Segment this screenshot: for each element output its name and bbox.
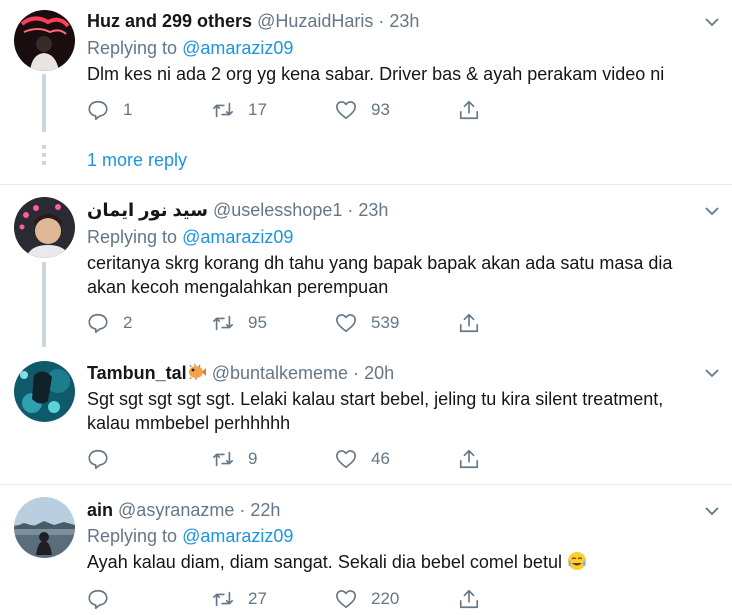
like-count: 220 bbox=[371, 589, 400, 608]
tears-of-joy-emoji-icon bbox=[567, 552, 586, 570]
tweet-1[interactable]: Huz and 299 others @HuzaidHaris · 23h Re… bbox=[0, 0, 732, 184]
like-button[interactable]: 46 bbox=[335, 446, 390, 472]
timestamp[interactable]: 23h bbox=[389, 11, 419, 31]
mention-link[interactable]: @amaraziz09 bbox=[182, 227, 293, 247]
replying-to: Replying to @amaraziz09 bbox=[87, 37, 293, 59]
like-button[interactable]: 539 bbox=[335, 310, 399, 336]
username[interactable]: @buntalkememe bbox=[212, 363, 348, 383]
like-count: 93 bbox=[371, 100, 390, 119]
reply-icon bbox=[88, 100, 108, 120]
tweet-text: Sgt sgt sgt sgt sgt. Lelaki kalau start … bbox=[87, 387, 707, 435]
avatar[interactable] bbox=[14, 361, 75, 422]
display-name[interactable]: Tambun_tal bbox=[87, 363, 207, 383]
retweet-count: 27 bbox=[248, 589, 267, 608]
retweet-icon bbox=[213, 451, 233, 467]
tweet-text-line: ceritanya skrg korang dh tahu yang bapak… bbox=[87, 253, 673, 273]
retweet-icon bbox=[213, 315, 233, 331]
share-button[interactable] bbox=[458, 97, 480, 123]
display-name[interactable]: Huz and 299 others bbox=[87, 11, 252, 31]
retweet-button[interactable]: 95 bbox=[212, 310, 267, 336]
retweet-icon bbox=[213, 591, 233, 607]
separator: · bbox=[353, 363, 360, 383]
reply-icon bbox=[88, 589, 108, 609]
mention-link[interactable]: @amaraziz09 bbox=[182, 526, 293, 546]
mention-link[interactable]: @amaraziz09 bbox=[182, 38, 293, 58]
reply-icon bbox=[88, 313, 108, 333]
thread-line bbox=[42, 262, 46, 347]
tweet-text-body: Ayah kalau diam, diam sangat. Sekali dia… bbox=[87, 552, 562, 572]
reply-button[interactable]: 2 bbox=[87, 310, 132, 336]
retweet-count: 95 bbox=[248, 313, 267, 332]
tweet-text: ceritanya skrg korang dh tahu yang bapak… bbox=[87, 251, 707, 299]
username[interactable]: @asyranazme bbox=[118, 500, 234, 520]
share-icon bbox=[459, 100, 479, 120]
tweet-2[interactable]: سيد نور ايمان @uselesshope1 · 23h Replyi… bbox=[0, 185, 732, 347]
chevron-down-icon[interactable] bbox=[704, 203, 720, 219]
reply-icon bbox=[88, 449, 108, 469]
tweet-header: Tambun_tal @buntalkememe · 20h bbox=[87, 362, 394, 384]
like-count: 539 bbox=[371, 313, 400, 332]
heart-icon bbox=[336, 314, 356, 333]
separator: · bbox=[347, 200, 354, 220]
share-button[interactable] bbox=[458, 446, 480, 472]
pufferfish-emoji-icon bbox=[188, 364, 206, 380]
tweet-header: سيد نور ايمان @uselesshope1 · 23h bbox=[87, 199, 388, 221]
separator: · bbox=[378, 11, 385, 31]
avatar[interactable] bbox=[14, 197, 75, 258]
replying-label: Replying to bbox=[87, 38, 178, 58]
retweet-button[interactable]: 9 bbox=[212, 446, 257, 472]
share-button[interactable] bbox=[458, 310, 480, 336]
replying-label: Replying to bbox=[87, 526, 178, 546]
chevron-down-icon[interactable] bbox=[704, 14, 720, 30]
chevron-down-icon[interactable] bbox=[704, 503, 720, 519]
avatar[interactable] bbox=[14, 10, 75, 71]
reply-button[interactable]: 1 bbox=[87, 97, 132, 123]
username[interactable]: @HuzaidHaris bbox=[257, 11, 373, 31]
retweet-count: 9 bbox=[248, 449, 258, 468]
display-name[interactable]: سيد نور ايمان bbox=[87, 200, 208, 220]
avatar[interactable] bbox=[14, 497, 75, 558]
username[interactable]: @uselesshope1 bbox=[213, 200, 342, 220]
timestamp[interactable]: 22h bbox=[250, 500, 280, 520]
display-name[interactable]: ain bbox=[87, 500, 113, 520]
reply-count: 1 bbox=[123, 100, 133, 119]
replying-to: Replying to @amaraziz09 bbox=[87, 226, 293, 248]
like-count: 46 bbox=[371, 449, 390, 468]
tweet-text-line: akan kecoh mengalahkan perempuan bbox=[87, 277, 389, 297]
heart-icon bbox=[336, 450, 356, 469]
like-button[interactable]: 93 bbox=[335, 97, 390, 123]
thread-dots bbox=[42, 145, 46, 169]
reply-button[interactable] bbox=[87, 446, 109, 472]
display-name-text: Tambun_tal bbox=[87, 363, 187, 383]
tweet-text: Ayah kalau diam, diam sangat. Sekali dia… bbox=[87, 550, 707, 574]
chevron-down-icon[interactable] bbox=[704, 365, 720, 381]
reply-button[interactable] bbox=[87, 586, 109, 612]
thread-line bbox=[42, 74, 46, 132]
share-icon bbox=[459, 449, 479, 469]
share-icon bbox=[459, 589, 479, 609]
share-button[interactable] bbox=[458, 586, 480, 612]
tweet-header: Huz and 299 others @HuzaidHaris · 23h bbox=[87, 10, 419, 32]
heart-icon bbox=[336, 590, 356, 609]
tweet-4[interactable]: ain @asyranazme · 22h Replying to @amara… bbox=[0, 485, 732, 615]
tweet-text: Dlm kes ni ada 2 org yg kena sabar. Driv… bbox=[87, 64, 665, 84]
heart-icon bbox=[336, 101, 356, 120]
tweet-header: ain @asyranazme · 22h bbox=[87, 499, 280, 521]
like-button[interactable]: 220 bbox=[335, 586, 399, 612]
reply-count: 2 bbox=[123, 313, 133, 332]
tweet-text-line: kalau mmbebel perhhhhh bbox=[87, 413, 291, 433]
replying-label: Replying to bbox=[87, 227, 178, 247]
retweet-button[interactable]: 27 bbox=[212, 586, 267, 612]
replying-to: Replying to @amaraziz09 bbox=[87, 525, 293, 547]
tweet-text-line: Sgt sgt sgt sgt sgt. Lelaki kalau start … bbox=[87, 389, 664, 409]
share-icon bbox=[459, 313, 479, 333]
retweet-button[interactable]: 17 bbox=[212, 97, 267, 123]
retweet-count: 17 bbox=[248, 100, 267, 119]
timestamp[interactable]: 20h bbox=[364, 363, 394, 383]
timestamp[interactable]: 23h bbox=[358, 200, 388, 220]
more-replies-link[interactable]: 1 more reply bbox=[87, 150, 187, 171]
retweet-icon bbox=[213, 102, 233, 118]
separator: · bbox=[239, 500, 246, 520]
tweet-3[interactable]: Tambun_tal @buntalkememe · 20h Sgt sgt s… bbox=[0, 347, 732, 484]
